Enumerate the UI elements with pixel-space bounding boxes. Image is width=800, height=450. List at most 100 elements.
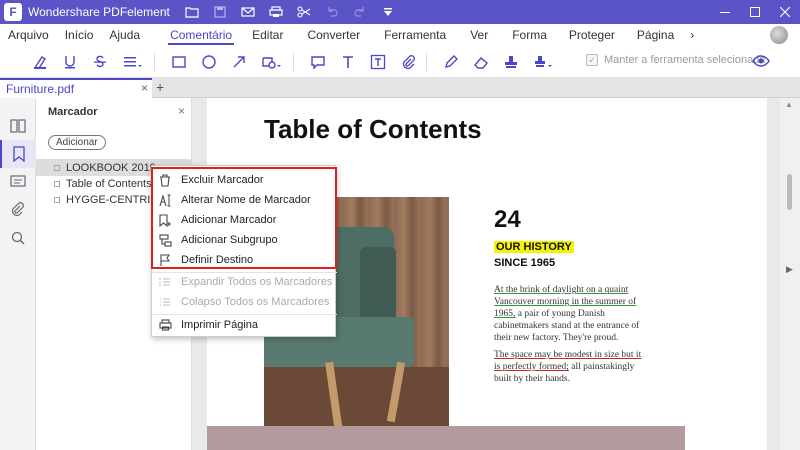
minimize-icon[interactable]: [710, 0, 740, 24]
menu-item-add-bookmark[interactable]: Adicionar Marcador: [152, 210, 337, 230]
strikethrough-icon[interactable]: [88, 50, 112, 74]
rectangle-icon[interactable]: [167, 50, 191, 74]
scroll-up-icon[interactable]: ▲: [785, 100, 793, 109]
bookmark-bullet-icon: [54, 164, 60, 171]
menu-item-rename-bookmark[interactable]: Alterar Nome de Marcador: [152, 190, 337, 210]
tab-close-icon[interactable]: ×: [141, 81, 148, 95]
comment-list-icon[interactable]: [0, 168, 36, 196]
window-controls: [710, 0, 800, 24]
list-menu-icon[interactable]: [118, 50, 148, 74]
page-number-heading: 24: [494, 206, 521, 233]
page-footer-band: [207, 426, 685, 450]
maximize-icon[interactable]: [740, 0, 770, 24]
paragraph-text: a pair of young Danish cabinetmakers sta…: [494, 309, 640, 343]
menu-item-label: Colapso Todos os Marcadores: [181, 296, 330, 308]
panel-close-icon[interactable]: ×: [178, 104, 185, 118]
add-tab-icon[interactable]: +: [156, 79, 164, 95]
scissors-icon[interactable]: [296, 4, 312, 20]
attachment-panel-icon[interactable]: [0, 196, 36, 224]
menu-converter[interactable]: Converter: [299, 24, 368, 46]
undo-icon[interactable]: [324, 4, 340, 20]
toolbar-divider: [154, 52, 155, 71]
menu-item-print-page[interactable]: Imprimir Página: [152, 315, 337, 335]
collapse-list-icon: [158, 295, 172, 309]
keep-tool-label: Manter a ferramenta selecionada: [604, 54, 766, 66]
menu-inicio[interactable]: Início: [57, 24, 102, 46]
app-logo-icon: F: [4, 3, 22, 21]
app-title: Wondershare PDFelement: [28, 5, 170, 19]
menu-item-set-destination[interactable]: Definir Destino: [152, 250, 337, 270]
text-icon[interactable]: [336, 50, 360, 74]
text-box-icon[interactable]: [366, 50, 390, 74]
menu-item-label: Alterar Nome de Marcador: [181, 194, 311, 206]
highlighted-heading: OUR HISTORY: [494, 241, 574, 253]
add-subgroup-icon: [158, 233, 172, 247]
menu-editar[interactable]: Editar: [244, 24, 291, 46]
toolbar-divider: [293, 52, 294, 71]
menu-item-add-subgroup[interactable]: Adicionar Subgrupo: [152, 230, 337, 250]
open-folder-icon[interactable]: [184, 4, 200, 20]
print-icon: [158, 318, 172, 332]
quick-access-toolbar: [184, 4, 396, 20]
redo-icon[interactable]: [352, 4, 368, 20]
add-bookmark-button[interactable]: Adicionar: [48, 135, 106, 150]
scrollbar-thumb[interactable]: [787, 174, 792, 210]
menu-bar: Arquivo Início Ajuda Comentário Editar C…: [0, 24, 800, 46]
email-icon[interactable]: [240, 4, 256, 20]
toolbar-divider: [426, 52, 427, 71]
chevron-right-icon[interactable]: ▶: [786, 264, 793, 275]
arrow-icon[interactable]: [227, 50, 251, 74]
shape-dropdown-icon[interactable]: [257, 50, 287, 74]
menu-item-label: Adicionar Subgrupo: [181, 234, 278, 246]
page-title: Table of Contents: [264, 114, 482, 144]
trash-icon: [158, 173, 172, 187]
oval-icon[interactable]: [197, 50, 221, 74]
menu-item-collapse-all[interactable]: Colapso Todos os Marcadores: [152, 292, 337, 312]
menu-ver[interactable]: Ver: [462, 24, 496, 46]
vertical-scrollbar[interactable]: ▲ ▶: [780, 98, 800, 450]
paragraph: At the brink of daylight on a quaint Van…: [494, 284, 644, 344]
paragraph: The space may be modest in size but it i…: [494, 349, 644, 385]
menu-item-expand-all[interactable]: Expandir Todos os Marcadores: [152, 272, 337, 292]
chevron-right-icon[interactable]: ›: [682, 24, 702, 46]
flag-icon: [158, 253, 172, 267]
menu-pagina[interactable]: Página: [629, 24, 682, 46]
menu-proteger[interactable]: Proteger: [561, 24, 623, 46]
menu-item-label: Adicionar Marcador: [181, 214, 277, 226]
keep-tool-selected[interactable]: ✓ Manter a ferramenta selecionada: [586, 54, 765, 66]
avatar[interactable]: [770, 26, 788, 44]
tab-furniture-pdf[interactable]: Furniture.pdf ×: [0, 78, 152, 98]
eye-icon[interactable]: [752, 54, 770, 71]
thumbnails-icon[interactable]: [0, 112, 36, 140]
pencil-icon[interactable]: [439, 50, 463, 74]
bookmark-bullet-icon: [54, 196, 60, 203]
menu-item-delete-bookmark[interactable]: Excluir Marcador: [152, 170, 337, 190]
menu-comentario[interactable]: Comentário: [162, 24, 240, 46]
eraser-icon[interactable]: [469, 50, 493, 74]
stamp-icon[interactable]: [499, 50, 523, 74]
expand-list-icon: [158, 275, 172, 289]
menu-arquivo[interactable]: Arquivo: [0, 24, 57, 46]
menu-item-label: Expandir Todos os Marcadores: [181, 276, 333, 288]
print-icon[interactable]: [268, 4, 284, 20]
menu-forma[interactable]: Forma: [504, 24, 555, 46]
menu-item-label: Imprimir Página: [181, 319, 259, 331]
underline-icon[interactable]: [58, 50, 82, 74]
subheading: SINCE 1965: [494, 257, 556, 269]
highlight-icon[interactable]: [28, 50, 52, 74]
close-icon[interactable]: [770, 0, 800, 24]
attachment-icon[interactable]: [396, 50, 420, 74]
signature-dropdown-icon[interactable]: [529, 50, 559, 74]
bookmark-icon[interactable]: [0, 140, 36, 168]
sticky-note-icon[interactable]: [306, 50, 330, 74]
bookmark-panel-title: Marcador: [48, 106, 98, 118]
customize-dropdown-icon[interactable]: [380, 4, 396, 20]
bookmark-bullet-icon: [54, 180, 60, 187]
title-bar: F Wondershare PDFelement: [0, 0, 800, 24]
save-icon[interactable]: [212, 4, 228, 20]
keep-tool-checkbox[interactable]: ✓: [586, 54, 598, 66]
search-icon[interactable]: [0, 224, 36, 252]
document-tab-strip: Furniture.pdf × +: [0, 78, 800, 98]
menu-ferramenta[interactable]: Ferramenta: [376, 24, 454, 46]
menu-ajuda[interactable]: Ajuda: [101, 24, 148, 46]
